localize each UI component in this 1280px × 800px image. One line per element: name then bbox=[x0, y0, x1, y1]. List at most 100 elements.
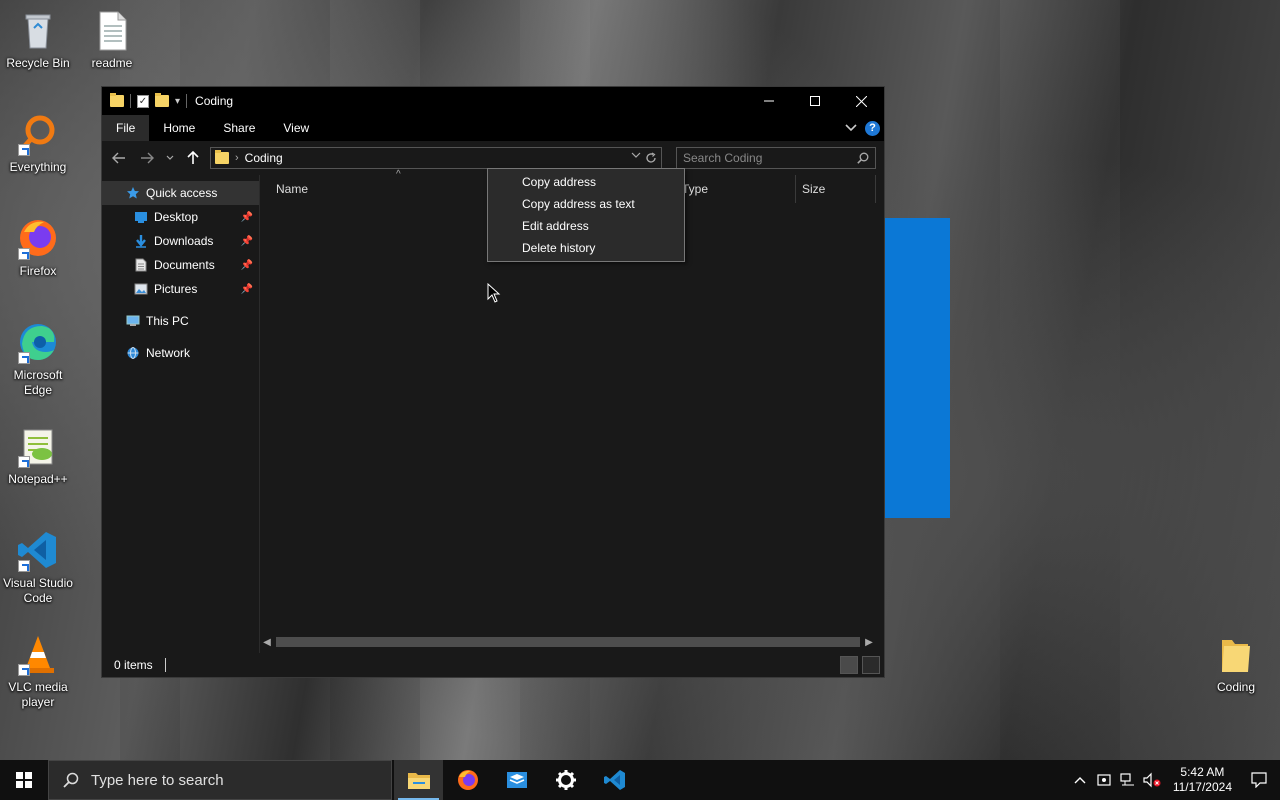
forward-button[interactable] bbox=[136, 147, 158, 169]
sidebar-item-quick-access[interactable]: Quick access bbox=[102, 181, 259, 205]
desktop-icon-label: Firefox bbox=[19, 264, 57, 278]
help-button[interactable]: ? bbox=[865, 120, 880, 136]
arrow-left-icon bbox=[112, 152, 125, 164]
show-hidden-icons-button[interactable] bbox=[1071, 771, 1089, 789]
taskbar-firefox[interactable] bbox=[443, 760, 492, 800]
menu-item-copy-address[interactable]: Copy address bbox=[488, 171, 684, 193]
horizontal-scrollbar[interactable]: ◀ ▶ bbox=[260, 635, 876, 649]
taskbar-file-explorer[interactable] bbox=[394, 760, 443, 800]
menu-item-copy-address-as-text[interactable]: Copy address as text bbox=[488, 193, 684, 215]
desktop-icon-label: VLC media player bbox=[8, 680, 68, 709]
document-icon bbox=[135, 258, 147, 272]
volume-tray-icon[interactable] bbox=[1143, 771, 1161, 789]
taskbar-search-placeholder: Type here to search bbox=[91, 771, 224, 789]
column-header-name[interactable]: Name bbox=[270, 175, 480, 203]
menu-item-delete-history[interactable]: Delete history bbox=[488, 237, 684, 259]
maximize-button[interactable] bbox=[792, 87, 838, 115]
start-button[interactable] bbox=[0, 760, 48, 800]
network-tray-icon[interactable] bbox=[1119, 771, 1137, 789]
divider bbox=[130, 94, 131, 108]
system-clock[interactable]: 5:42 AM 11/17/2024 bbox=[1167, 765, 1238, 795]
expand-ribbon-button[interactable] bbox=[845, 121, 857, 135]
breadcrumb-separator: › bbox=[235, 152, 239, 164]
desktop-folder-icon bbox=[135, 212, 147, 223]
shield-icon bbox=[1097, 774, 1111, 786]
action-center-button[interactable] bbox=[1244, 771, 1274, 789]
vscode-icon bbox=[16, 528, 60, 572]
search-box[interactable] bbox=[676, 147, 876, 169]
scrollbar-thumb[interactable] bbox=[276, 637, 860, 647]
desktop-icon-label: Coding bbox=[1216, 680, 1256, 694]
arrow-up-icon bbox=[187, 151, 199, 164]
title-bar[interactable]: ✓ ▾ Coding bbox=[102, 87, 884, 115]
tab-file[interactable]: File bbox=[102, 115, 150, 141]
shortcut-arrow-icon bbox=[18, 352, 30, 364]
mouse-pointer-icon bbox=[487, 283, 501, 303]
taskbar-vscode[interactable] bbox=[590, 760, 639, 800]
shortcut-arrow-icon bbox=[18, 248, 30, 260]
column-header-type[interactable]: Type bbox=[676, 175, 796, 203]
item-count: 0 items bbox=[114, 658, 153, 672]
properties-icon[interactable]: ✓ bbox=[137, 94, 149, 108]
desktop-icon-label: Everything bbox=[9, 160, 67, 174]
maximize-icon bbox=[810, 96, 820, 106]
firefox-icon bbox=[457, 770, 478, 790]
refresh-icon[interactable] bbox=[645, 152, 657, 164]
sidebar-item-desktop[interactable]: Desktop 📌 bbox=[102, 205, 259, 229]
up-button[interactable] bbox=[182, 147, 204, 169]
sidebar-item-documents[interactable]: Documents 📌 bbox=[102, 253, 259, 277]
chevron-down-icon bbox=[166, 155, 174, 160]
windows-logo-icon bbox=[16, 772, 32, 788]
desktop-icon-firefox[interactable]: Firefox bbox=[0, 216, 76, 279]
desktop-icon-vlc[interactable]: VLC media player bbox=[0, 632, 76, 710]
taskbar-app-store[interactable] bbox=[492, 760, 541, 800]
address-bar[interactable]: › Coding bbox=[210, 147, 662, 169]
recent-locations-button[interactable] bbox=[164, 147, 176, 169]
desktop-icon-readme[interactable]: readme bbox=[74, 8, 150, 71]
network-wired-icon bbox=[1120, 773, 1134, 786]
security-tray-icon[interactable] bbox=[1095, 771, 1113, 789]
chevron-down-icon[interactable] bbox=[631, 152, 641, 158]
large-icons-view-button[interactable] bbox=[862, 656, 880, 674]
desktop-icon-notepadpp[interactable]: Notepad++ bbox=[0, 424, 76, 487]
taskbar-settings[interactable] bbox=[541, 760, 590, 800]
desktop-icon-label: Visual Studio Code bbox=[3, 576, 73, 605]
column-header-size[interactable]: Size bbox=[796, 175, 876, 203]
ribbon-tabs: File Home Share View ? bbox=[102, 115, 884, 141]
breadcrumb-coding[interactable]: Coding bbox=[245, 151, 283, 165]
desktop-icon-edge[interactable]: Microsoft Edge bbox=[0, 320, 76, 398]
new-folder-icon[interactable] bbox=[155, 93, 169, 107]
desktop-icon-everything[interactable]: Everything bbox=[0, 112, 76, 175]
sidebar-item-pictures[interactable]: Pictures 📌 bbox=[102, 277, 259, 301]
navigation-pane[interactable]: Quick access Desktop 📌 Downloads 📌 Docum… bbox=[102, 175, 260, 653]
notification-icon bbox=[1251, 772, 1267, 788]
clock-date: 11/17/2024 bbox=[1172, 780, 1232, 794]
details-view-button[interactable] bbox=[840, 656, 858, 674]
chevron-down-icon bbox=[845, 124, 857, 132]
tab-home[interactable]: Home bbox=[149, 115, 209, 141]
customize-toolbar-icon[interactable]: ▾ bbox=[175, 96, 180, 107]
taskbar-search-box[interactable]: Type here to search bbox=[48, 760, 392, 800]
close-button[interactable] bbox=[838, 87, 884, 115]
tab-share[interactable]: Share bbox=[209, 115, 269, 141]
desktop-icon-recycle-bin[interactable]: Recycle Bin bbox=[0, 8, 76, 71]
sidebar-item-network[interactable]: Network bbox=[102, 341, 259, 365]
quick-access-toolbar: ✓ ▾ bbox=[110, 93, 188, 108]
folder-icon bbox=[215, 150, 229, 164]
sort-ascending-icon: ^ bbox=[396, 169, 401, 180]
download-arrow-icon bbox=[136, 235, 146, 248]
desktop-icon-coding-folder[interactable]: Coding bbox=[1198, 632, 1274, 695]
divider bbox=[186, 94, 188, 108]
tab-view[interactable]: View bbox=[269, 115, 323, 141]
desktop-icon-vscode[interactable]: Visual Studio Code bbox=[0, 528, 76, 606]
menu-item-edit-address[interactable]: Edit address bbox=[488, 215, 684, 237]
minimize-button[interactable] bbox=[746, 87, 792, 115]
sidebar-item-downloads[interactable]: Downloads 📌 bbox=[102, 229, 259, 253]
scroll-right-icon[interactable]: ▶ bbox=[862, 637, 876, 648]
shortcut-arrow-icon bbox=[18, 560, 30, 572]
sandbox-app-icon bbox=[506, 772, 527, 788]
search-input[interactable] bbox=[683, 151, 853, 165]
scroll-left-icon[interactable]: ◀ bbox=[260, 637, 274, 648]
sidebar-item-this-pc[interactable]: This PC bbox=[102, 309, 259, 333]
back-button[interactable] bbox=[108, 147, 130, 169]
